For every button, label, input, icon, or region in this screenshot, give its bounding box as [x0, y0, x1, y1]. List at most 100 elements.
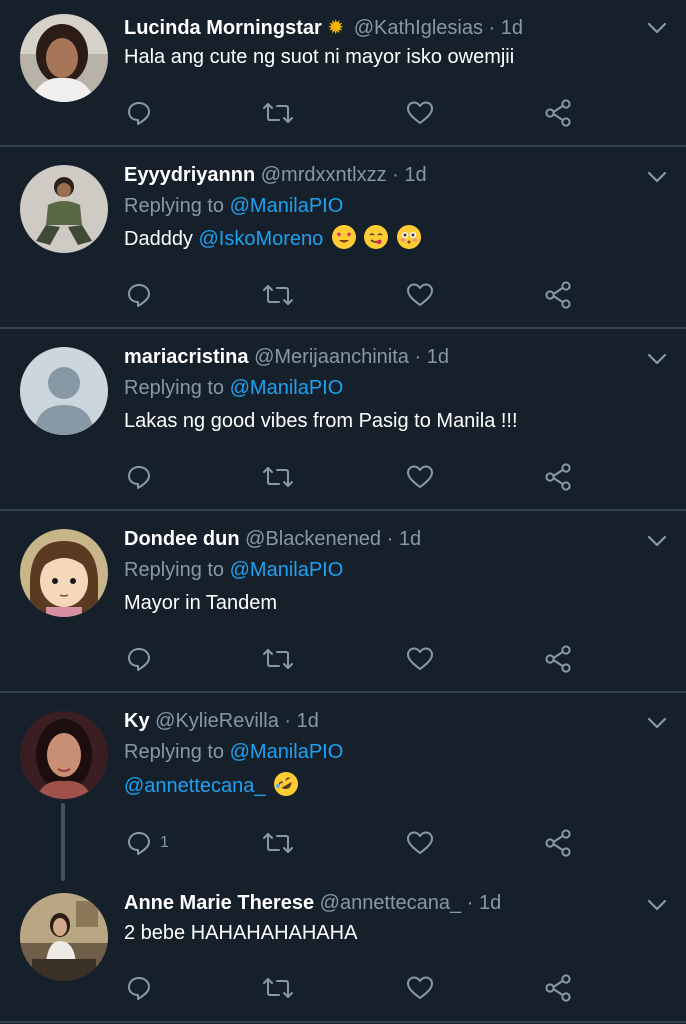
separator-dot: · — [488, 17, 496, 39]
reply-target-link[interactable]: @ManilaPIO — [230, 377, 344, 399]
display-name[interactable]: Dondee dun — [124, 528, 240, 550]
share-button[interactable] — [544, 462, 572, 492]
heart-eyes-emoji-icon — [331, 225, 356, 249]
mention-link[interactable]: @IskoMoreno — [199, 228, 324, 250]
sun-emoji-icon: ✹ — [327, 17, 345, 39]
avatar[interactable] — [20, 14, 108, 102]
like-icon — [407, 831, 433, 854]
share-button[interactable] — [544, 644, 572, 674]
reply-button[interactable]: 1 — [126, 828, 169, 858]
replying-to-label: Replying to — [124, 741, 225, 763]
reply-button[interactable] — [126, 280, 152, 310]
avatar[interactable] — [20, 711, 108, 799]
thread-connector — [61, 803, 65, 881]
user-handle[interactable]: @Blackenened — [245, 528, 381, 550]
display-name[interactable]: Ky — [124, 710, 150, 732]
timestamp[interactable]: 1d — [501, 17, 523, 39]
chevron-down-icon[interactable] — [646, 715, 668, 731]
timestamp[interactable]: 1d — [297, 710, 319, 732]
reply-icon — [128, 284, 150, 307]
retweet-button[interactable] — [262, 973, 294, 1003]
like-button[interactable] — [406, 828, 434, 858]
like-button[interactable] — [406, 98, 434, 128]
replying-to: Replying to @ManilaPIO — [124, 737, 343, 767]
chevron-down-icon[interactable] — [646, 533, 668, 549]
share-icon — [545, 974, 571, 1002]
replying-to-label: Replying to — [124, 195, 225, 217]
reply-target-link[interactable]: @ManilaPIO — [230, 195, 344, 217]
tweet-text: Dadddy @IskoMoreno — [124, 224, 666, 254]
chevron-down-icon[interactable] — [646, 897, 668, 913]
tweet[interactable]: Dondee dun @Blackenened · 1d Replying to… — [0, 511, 686, 691]
tweet-actions: 1 — [124, 828, 584, 858]
share-icon — [545, 281, 571, 309]
reply-icon — [128, 977, 150, 1000]
replying-to-label: Replying to — [124, 559, 225, 581]
tweet-text: @annettecana_ — [124, 771, 666, 801]
like-icon — [407, 647, 433, 670]
tweet[interactable]: Eyyydriyannn @mrdxxntlxzz · 1d Replying … — [0, 147, 686, 327]
retweet-button[interactable] — [262, 462, 294, 492]
yum-emoji-icon — [364, 225, 389, 249]
display-name[interactable]: Lucinda Morningstar — [124, 17, 322, 39]
chevron-down-icon[interactable] — [646, 169, 668, 185]
tweet[interactable]: mariacristina @Merijaanchinita · 1d Repl… — [0, 329, 686, 509]
user-handle[interactable]: @mrdxxntlxzz — [261, 164, 387, 186]
retweet-icon — [263, 103, 293, 123]
like-button[interactable] — [406, 280, 434, 310]
tweet[interactable]: Anne Marie Therese @annettecana_ · 1d 2 … — [0, 877, 686, 1022]
tweet-actions — [124, 98, 584, 128]
display-name[interactable]: Eyyydriyannn — [124, 164, 255, 186]
tweet-actions — [124, 644, 584, 674]
retweet-icon — [263, 649, 293, 669]
user-handle[interactable]: @KylieRevilla — [155, 710, 279, 732]
share-button[interactable] — [544, 828, 572, 858]
reply-icon — [128, 102, 150, 125]
replying-to: Replying to @ManilaPIO — [124, 373, 343, 403]
flushed-emoji-icon — [396, 225, 421, 249]
like-button[interactable] — [406, 644, 434, 674]
reply-button[interactable] — [126, 98, 152, 128]
retweet-button[interactable] — [262, 98, 294, 128]
timestamp[interactable]: 1d — [399, 528, 421, 550]
share-button[interactable] — [544, 98, 572, 128]
retweet-button[interactable] — [262, 280, 294, 310]
retweet-icon — [263, 978, 293, 998]
tweet[interactable]: Ky @KylieRevilla · 1d Replying to @Manil… — [0, 693, 686, 881]
share-icon — [545, 645, 571, 673]
avatar[interactable] — [20, 165, 108, 253]
avatar[interactable] — [20, 893, 108, 981]
tweet[interactable]: Lucinda Morningstar ✹ @KathIglesias · 1d… — [0, 0, 686, 145]
retweet-button[interactable] — [262, 644, 294, 674]
like-button[interactable] — [406, 973, 434, 1003]
share-icon — [545, 829, 571, 857]
user-handle[interactable]: @KathIglesias — [354, 17, 483, 39]
chevron-down-icon[interactable] — [646, 351, 668, 367]
mention-link[interactable]: @annettecana_ — [124, 775, 266, 797]
avatar[interactable] — [20, 347, 108, 435]
tweet-actions — [124, 973, 584, 1003]
reply-button[interactable] — [126, 644, 152, 674]
replying-to-label: Replying to — [124, 377, 225, 399]
share-button[interactable] — [544, 973, 572, 1003]
user-handle[interactable]: @annettecana_ — [320, 892, 462, 914]
user-handle[interactable]: @Merijaanchinita — [254, 346, 409, 368]
reply-button[interactable] — [126, 462, 152, 492]
timestamp[interactable]: 1d — [479, 892, 501, 914]
chevron-down-icon[interactable] — [646, 20, 668, 36]
display-name[interactable]: mariacristina — [124, 346, 249, 368]
timestamp[interactable]: 1d — [404, 164, 426, 186]
reply-target-link[interactable]: @ManilaPIO — [230, 741, 344, 763]
separator-dot: · — [466, 892, 474, 914]
reply-button[interactable] — [126, 973, 152, 1003]
retweet-button[interactable] — [262, 828, 294, 858]
avatar[interactable] — [20, 529, 108, 617]
timestamp[interactable]: 1d — [427, 346, 449, 368]
display-name[interactable]: Anne Marie Therese — [124, 892, 314, 914]
like-icon — [407, 283, 433, 306]
replying-to: Replying to @ManilaPIO — [124, 555, 343, 585]
share-button[interactable] — [544, 280, 572, 310]
like-button[interactable] — [406, 462, 434, 492]
reply-target-link[interactable]: @ManilaPIO — [230, 559, 344, 581]
tweet-text: Mayor in Tandem — [124, 592, 278, 614]
